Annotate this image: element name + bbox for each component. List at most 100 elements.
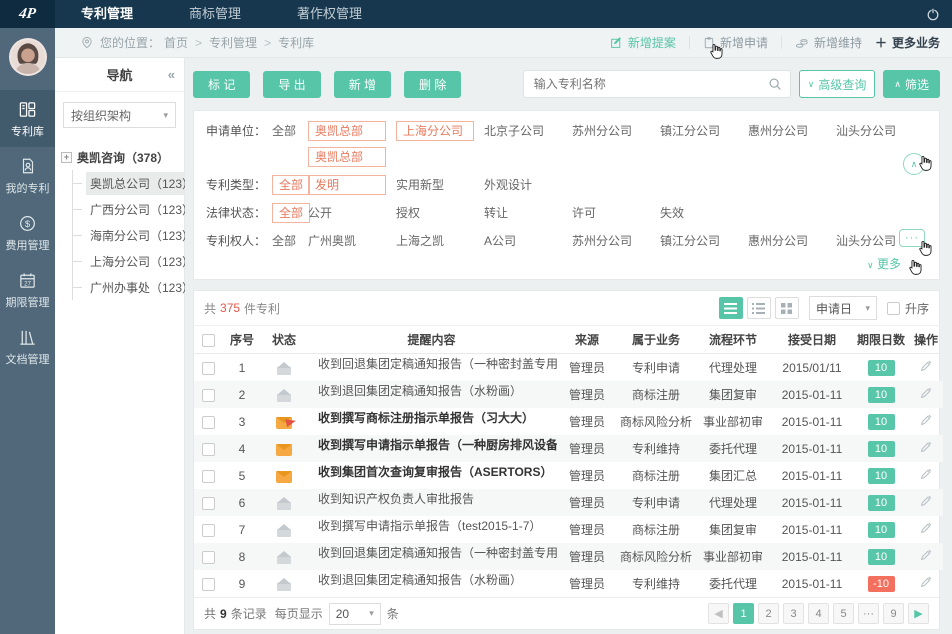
filter-option-selected[interactable]: 上海分公司 xyxy=(396,121,484,141)
sidebar-item-patent-library[interactable]: 专利库 xyxy=(0,90,55,147)
filter-option-all-selected[interactable]: 全部 xyxy=(272,175,308,195)
prev-page-button[interactable]: ◀ xyxy=(708,603,729,624)
detail-view-button[interactable] xyxy=(747,297,771,319)
filter-option[interactable]: 苏州分公司 xyxy=(572,231,660,251)
table-row[interactable]: 7 收到撰写申请指示单报告（test2015-1-7） 管理员 商标注册 集团复… xyxy=(194,516,943,543)
tab-copyright-management[interactable]: 著作权管理 xyxy=(297,0,362,28)
table-row[interactable]: 3 收到撰写商标注册指示单报告（习大大） 管理员 商标风险分析 事业部初审 20… xyxy=(194,408,943,435)
filter-option-all[interactable]: 全部 xyxy=(272,121,308,141)
filter-option[interactable]: 镇江分公司 xyxy=(660,121,748,141)
row-checkbox[interactable] xyxy=(202,524,215,537)
ascending-checkbox[interactable] xyxy=(887,302,900,315)
breadcrumb-patent-library[interactable]: 专利库 xyxy=(278,34,314,51)
next-page-button[interactable]: ▶ xyxy=(908,603,929,624)
search-input[interactable] xyxy=(532,76,768,92)
filter-option[interactable]: 转让 xyxy=(484,203,572,223)
tree-node-aokai-hq[interactable]: 奥凯总公司（123） xyxy=(73,170,178,196)
tree-root-node[interactable]: + 奥凯咨询（378） xyxy=(61,144,178,170)
row-checkbox[interactable] xyxy=(202,362,215,375)
filter-option[interactable]: A公司 xyxy=(484,231,572,251)
page-button[interactable]: 4 xyxy=(808,603,829,624)
edit-row-icon[interactable] xyxy=(919,521,933,535)
more-options-button[interactable]: ··· xyxy=(899,229,925,247)
tree-expand-icon[interactable]: + xyxy=(61,152,72,163)
sort-field-select[interactable]: 申请日 ▾ xyxy=(809,296,877,320)
app-logo[interactable]: 4P xyxy=(0,0,55,28)
row-checkbox[interactable] xyxy=(202,551,215,564)
filter-option-selected[interactable]: 奥凯总部 xyxy=(308,121,396,141)
add-proposal-button[interactable]: 新增提案 xyxy=(610,34,676,51)
filter-option[interactable]: 授权 xyxy=(396,203,484,223)
row-checkbox[interactable] xyxy=(202,578,215,591)
edit-row-icon[interactable] xyxy=(919,467,933,481)
grid-view-button[interactable] xyxy=(775,297,799,319)
tree-node-hainan[interactable]: 海南分公司（123） xyxy=(73,222,178,248)
page-button[interactable]: 2 xyxy=(758,603,779,624)
edit-row-icon[interactable] xyxy=(919,548,933,562)
select-all-checkbox[interactable] xyxy=(202,334,215,347)
sidebar-item-my-patents[interactable]: 我的专利 xyxy=(0,147,55,204)
edit-row-icon[interactable] xyxy=(919,359,933,373)
row-checkbox[interactable] xyxy=(202,416,215,429)
row-checkbox[interactable] xyxy=(202,497,215,510)
breadcrumb-patent-management[interactable]: 专利管理 xyxy=(209,34,257,51)
org-structure-select[interactable]: 按组织架构 ▾ xyxy=(63,102,176,128)
power-icon[interactable] xyxy=(926,7,940,21)
filter-button[interactable]: ∧ 筛选 xyxy=(883,70,940,98)
edit-row-icon[interactable] xyxy=(919,440,933,454)
row-checkbox[interactable] xyxy=(202,389,215,402)
per-page-select[interactable]: 20 ▾ xyxy=(329,603,381,625)
add-application-button[interactable]: 新增申请 xyxy=(703,34,768,51)
avatar[interactable] xyxy=(9,38,47,76)
filter-collapse-button[interactable]: ∧ xyxy=(903,153,925,175)
tree-node-guangzhou-office[interactable]: 广州办事处（123） xyxy=(73,274,178,300)
filter-option-all[interactable]: 全部 xyxy=(272,231,308,251)
panel-collapse-icon[interactable]: « xyxy=(168,67,175,82)
tab-trademark-management[interactable]: 商标管理 xyxy=(189,0,241,28)
sidebar-item-fee-management[interactable]: $ 费用管理 xyxy=(0,204,55,261)
filter-option[interactable]: 外观设计 xyxy=(484,175,572,195)
search-icon[interactable] xyxy=(768,77,782,91)
page-button[interactable]: 1 xyxy=(733,603,754,624)
page-button[interactable]: 3 xyxy=(783,603,804,624)
filter-option[interactable]: 北京子公司 xyxy=(484,121,572,141)
more-business-button[interactable]: ＋ 更多业务 xyxy=(875,34,940,51)
filter-option[interactable]: 惠州分公司 xyxy=(748,231,836,251)
list-view-button[interactable] xyxy=(719,297,743,319)
filter-option[interactable]: 广州奥凯 xyxy=(308,231,396,251)
sidebar-item-document-management[interactable]: 文档管理 xyxy=(0,318,55,375)
edit-row-icon[interactable] xyxy=(919,575,933,589)
row-checkbox[interactable] xyxy=(202,443,215,456)
delete-button[interactable]: 删 除 xyxy=(404,71,461,98)
table-row[interactable]: 5 收到集团首次查询复审报告（ASERTORS） 管理员 商标注册 集团汇总 2… xyxy=(194,462,943,489)
filter-option-selected[interactable]: 奥凯总部 xyxy=(308,147,396,167)
sidebar-item-deadline-management[interactable]: 27 期限管理 xyxy=(0,261,55,318)
tab-patent-management[interactable]: 专利管理 xyxy=(81,0,133,28)
edit-row-icon[interactable] xyxy=(919,413,933,427)
filter-option[interactable]: 实用新型 xyxy=(396,175,484,195)
table-row[interactable]: 1 收到回退集团定稿通知报告（一种密封盖专用拧具 管理员 专利申请 代理处理 2… xyxy=(194,354,943,382)
add-maintenance-button[interactable]: 新增维持 xyxy=(795,34,862,51)
filter-option[interactable]: 惠州分公司 xyxy=(748,121,836,141)
filter-option[interactable]: 汕头分公司 xyxy=(836,121,924,141)
mark-button[interactable]: 标 记 xyxy=(193,71,250,98)
filter-option-all-selected[interactable]: 全部 xyxy=(272,203,308,223)
table-row[interactable]: 2 收到退回集团定稿通知报告（水粉画） 管理员 商标注册 集团复审 2015-0… xyxy=(194,381,943,408)
row-checkbox[interactable] xyxy=(202,470,215,483)
tree-node-guangxi[interactable]: 广西分公司（123） xyxy=(73,196,178,222)
table-row[interactable]: 9 收到退回集团定稿通知报告（水粉画） 管理员 专利维持 委托代理 2015-0… xyxy=(194,570,943,597)
filter-option[interactable]: 镇江分公司 xyxy=(660,231,748,251)
filter-option[interactable]: 公开 xyxy=(308,203,396,223)
table-row[interactable]: 8 收到回退集团定稿通知报告（一种密封盖专用拧具 管理员 商标风险分析 事业部初… xyxy=(194,543,943,570)
more-filters-link[interactable]: ∨ 更多 xyxy=(867,257,901,271)
tree-node-shanghai[interactable]: 上海分公司（123） xyxy=(73,248,178,274)
table-row[interactable]: 6 收到知识产权负责人审批报告 管理员 专利申请 代理处理 2015-01-11… xyxy=(194,489,943,516)
breadcrumb-home[interactable]: 首页 xyxy=(164,34,188,51)
filter-option[interactable]: 上海之凯 xyxy=(396,231,484,251)
export-button[interactable]: 导 出 xyxy=(263,71,320,98)
advanced-query-button[interactable]: ∨ 高级查询 xyxy=(799,70,876,98)
edit-row-icon[interactable] xyxy=(919,386,933,400)
page-button[interactable]: 5 xyxy=(833,603,854,624)
filter-option[interactable]: 许可 xyxy=(572,203,660,223)
filter-option[interactable]: 苏州分公司 xyxy=(572,121,660,141)
